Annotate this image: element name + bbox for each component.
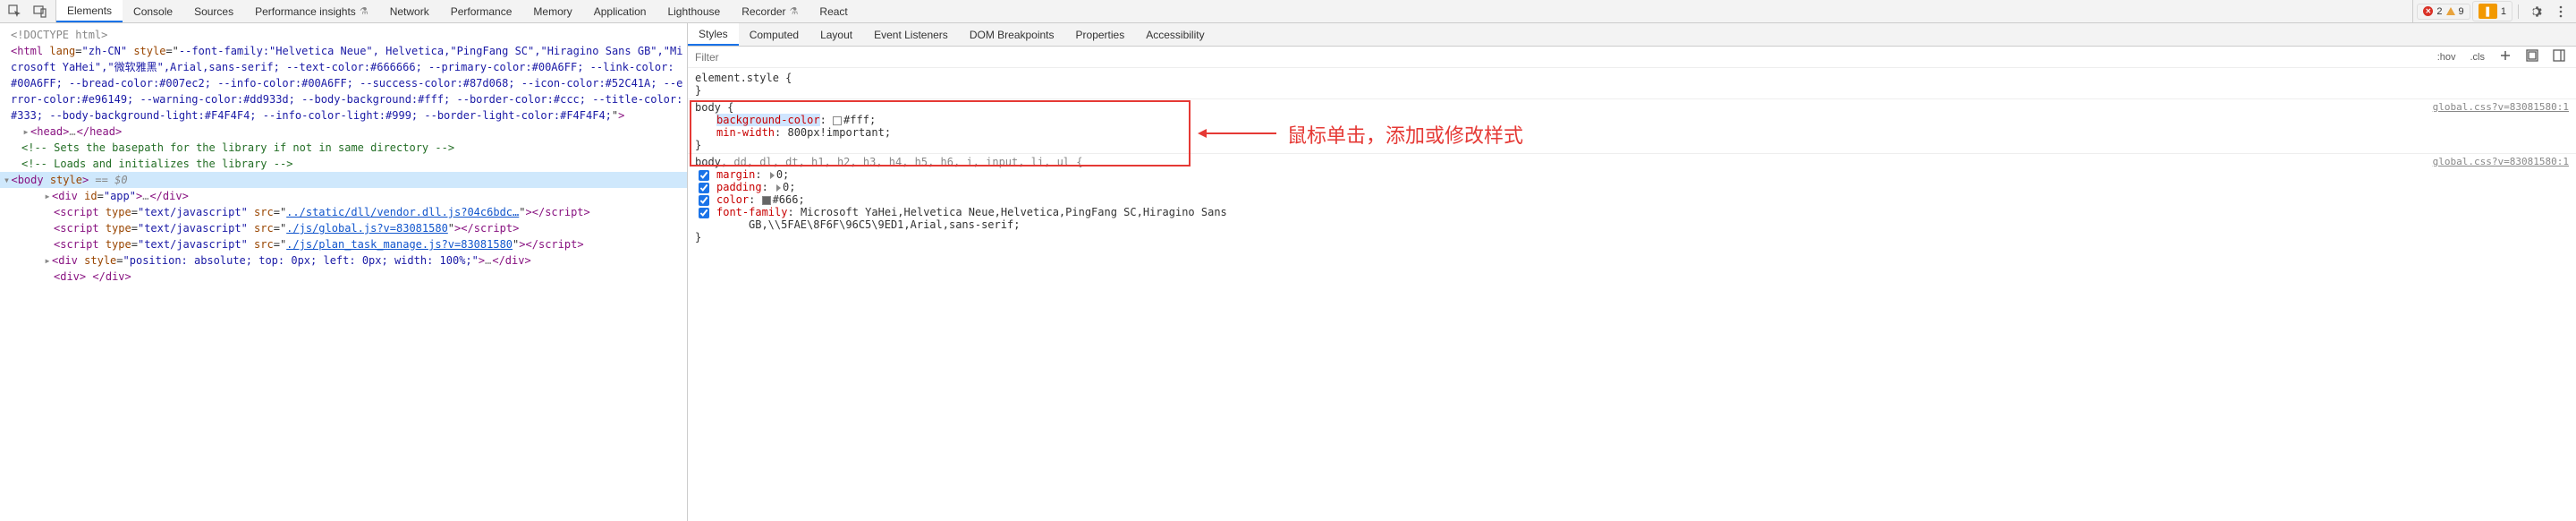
comment-2: <!-- Loads and initializes the library -… <box>11 156 687 172</box>
html-open-5: #333; --body-background-light:#F4F4F4; -… <box>11 107 687 124</box>
expand-icon[interactable]: ▾ <box>2 172 11 188</box>
error-icon: ✕ <box>2423 6 2433 16</box>
doctype-line: <!DOCTYPE html> <box>11 27 687 43</box>
selector-element-style[interactable]: element.style { <box>695 72 2569 84</box>
subtab-event-listeners[interactable]: Event Listeners <box>863 23 959 46</box>
issue-count: 1 <box>2501 6 2506 17</box>
settings-icon[interactable] <box>2524 0 2547 23</box>
prop-margin[interactable]: margin: 0; <box>695 168 2569 181</box>
tab-memory[interactable]: Memory <box>522 0 582 22</box>
div-last-node[interactable]: <div> </div> <box>11 269 687 285</box>
styles-filter-input[interactable] <box>688 51 2427 64</box>
selector-body[interactable]: body { <box>695 101 2569 114</box>
html-open[interactable]: <html lang="zh-CN" style="--font-family:… <box>11 43 687 59</box>
script-node-3[interactable]: <script type="text/javascript" src="./js… <box>11 236 687 252</box>
cls-toggle[interactable]: .cls <box>2467 50 2489 64</box>
tab-performance-insights[interactable]: Performance insights⚗ <box>244 0 379 22</box>
styles-subtabs: Styles Computed Layout Event Listeners D… <box>688 23 2576 47</box>
tab-sources[interactable]: Sources <box>183 0 244 22</box>
errors-warnings-badge[interactable]: ✕2 9 <box>2417 4 2470 20</box>
toolbar-right: ✕2 9 ❚1 <box>2412 0 2576 22</box>
prop-font-family-line2: GB,\\5FAE\8F6F\96C5\9ED1,Arial,sans-seri… <box>695 218 2569 231</box>
rule-close: } <box>695 139 2569 151</box>
warning-count: 9 <box>2459 6 2464 17</box>
styles-pane: Styles Computed Layout Event Listeners D… <box>687 23 2576 521</box>
device-toggle-icon[interactable] <box>29 0 52 23</box>
prop-color[interactable]: color: #666; <box>695 193 2569 206</box>
script-node-1[interactable]: <script type="text/javascript" src="../s… <box>11 204 687 220</box>
inspect-icon[interactable] <box>4 0 27 23</box>
experiment-icon: ⚗ <box>790 5 799 17</box>
div-abs-node[interactable]: ▸<div style="position: absolute; top: 0p… <box>11 252 687 269</box>
issues-badge[interactable]: ❚1 <box>2472 1 2512 21</box>
color-swatch-icon[interactable] <box>833 116 842 125</box>
tab-react[interactable]: React <box>809 0 858 22</box>
tab-application[interactable]: Application <box>583 0 657 22</box>
error-count: 2 <box>2436 6 2442 17</box>
toolbar-left-icons <box>0 0 56 22</box>
rule-close: } <box>695 231 2569 243</box>
head-node[interactable]: ▸<head>…</head> <box>11 124 687 140</box>
html-open-2: crosoft YaHei","微软雅黑",Arial,sans-serif; … <box>11 59 687 75</box>
more-icon[interactable] <box>2549 0 2572 23</box>
prop-checkbox[interactable] <box>699 208 709 218</box>
divider <box>2518 4 2519 19</box>
script-node-2[interactable]: <script type="text/javascript" src="./js… <box>11 220 687 236</box>
color-swatch-icon[interactable] <box>762 196 771 205</box>
selector-reset[interactable]: body, dd, dl, dt, h1, h2, h3, h4, h5, h6… <box>695 156 2569 168</box>
prop-checkbox[interactable] <box>699 183 709 193</box>
tab-elements[interactable]: Elements <box>56 0 123 22</box>
style-rules-list[interactable]: element.style { } global.css?v=83081580:… <box>688 68 2576 521</box>
devtools-toolbar: Elements Console Sources Performance ins… <box>0 0 2576 23</box>
rule-reset[interactable]: global.css?v=83081580:1 body, dd, dl, dt… <box>688 154 2576 245</box>
rule-body[interactable]: global.css?v=83081580:1 body { backgroun… <box>688 99 2576 154</box>
tab-network[interactable]: Network <box>379 0 440 22</box>
expand-icon[interactable]: ▸ <box>43 252 52 269</box>
expand-shorthand-icon[interactable] <box>770 172 775 179</box>
body-node-selected[interactable]: ⋯ ▾<body style> == $0 <box>0 172 687 188</box>
subtab-computed[interactable]: Computed <box>739 23 809 46</box>
prop-font-family[interactable]: font-family: Microsoft YaHei,Helvetica N… <box>695 206 2569 218</box>
expand-icon[interactable]: ▸ <box>43 188 52 204</box>
html-open-3: #00A6FF; --bread-color:#007ec2; --info-c… <box>11 75 687 91</box>
subtab-dom-breakpoints[interactable]: DOM Breakpoints <box>959 23 1065 46</box>
experiment-icon: ⚗ <box>360 5 369 17</box>
source-link[interactable]: global.css?v=83081580:1 <box>2433 101 2569 113</box>
expand-icon[interactable]: ▸ <box>21 124 30 140</box>
prop-checkbox[interactable] <box>699 195 709 206</box>
expand-shorthand-icon[interactable] <box>776 184 781 192</box>
prop-padding[interactable]: padding: 0; <box>695 181 2569 193</box>
warning-icon <box>2446 7 2455 15</box>
rule-close: } <box>695 84 2569 97</box>
prop-background-color[interactable]: background-color: #fff; <box>695 114 2569 126</box>
rule-element-style[interactable]: element.style { } <box>688 70 2576 99</box>
tab-lighthouse[interactable]: Lighthouse <box>657 0 731 22</box>
subtab-layout[interactable]: Layout <box>809 23 863 46</box>
source-link[interactable]: global.css?v=83081580:1 <box>2433 156 2569 167</box>
comment-1: <!-- Sets the basepath for the library i… <box>11 140 687 156</box>
toggle-sidebar-icon[interactable] <box>2549 47 2569 66</box>
panel-tabs: Elements Console Sources Performance ins… <box>56 0 2412 22</box>
tab-recorder[interactable]: Recorder⚗ <box>731 0 809 22</box>
subtab-accessibility[interactable]: Accessibility <box>1135 23 1215 46</box>
issue-icon: ❚ <box>2479 4 2497 19</box>
toggle-computed-icon[interactable] <box>2522 47 2542 66</box>
tab-performance[interactable]: Performance <box>440 0 523 22</box>
subtab-properties[interactable]: Properties <box>1065 23 1136 46</box>
elements-tree[interactable]: <!DOCTYPE html> <html lang="zh-CN" style… <box>0 23 687 521</box>
subtab-styles[interactable]: Styles <box>688 23 739 46</box>
styles-filter-row: :hov .cls <box>688 47 2576 68</box>
tab-console[interactable]: Console <box>123 0 183 22</box>
html-open-4: rror-color:#e96149; --warning-color:#dd9… <box>11 91 687 107</box>
prop-min-width[interactable]: min-width: 800px!important; <box>695 126 2569 139</box>
new-style-rule-icon[interactable] <box>2496 47 2515 66</box>
div-app-node[interactable]: ▸<div id="app">…</div> <box>11 188 687 204</box>
hov-toggle[interactable]: :hov <box>2434 50 2460 64</box>
prop-checkbox[interactable] <box>699 170 709 181</box>
